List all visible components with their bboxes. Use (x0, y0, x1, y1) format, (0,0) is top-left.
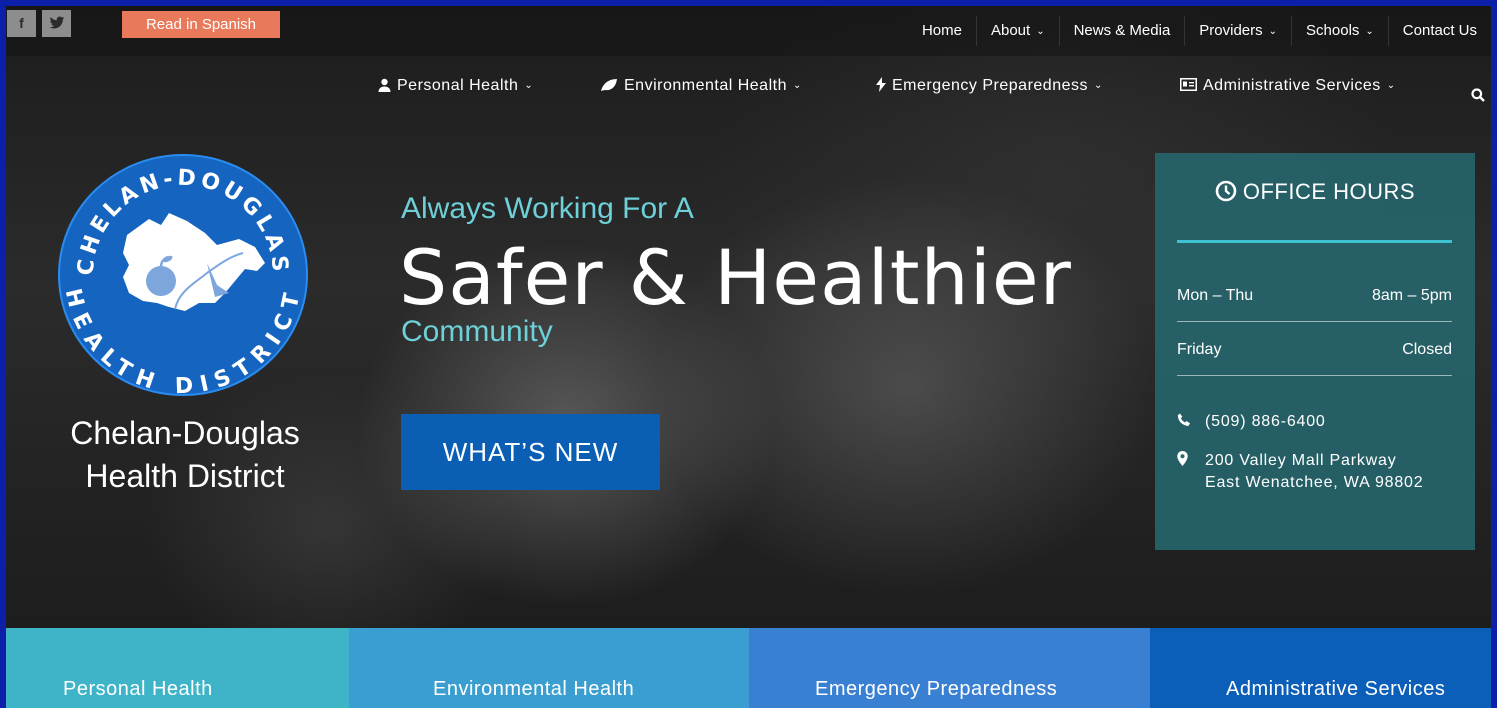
office-hours-title: OFFICE HOURS (1155, 179, 1475, 205)
chevron-down-icon: ⌄ (792, 79, 802, 91)
org-name-line2: Health District (85, 458, 285, 494)
read-in-spanish-button[interactable]: Read in Spanish (122, 11, 280, 38)
topnav-contact-us[interactable]: Contact Us (1387, 16, 1491, 46)
hours-row: Mon – Thu 8am – 5pm (1177, 287, 1452, 304)
hours-separator (1177, 375, 1452, 376)
chevron-down-icon: ⌄ (524, 79, 534, 91)
address-line2: East Wenatchee, WA 98802 (1205, 474, 1424, 491)
hours-row: Friday Closed (1177, 341, 1452, 358)
office-hours-panel: OFFICE HOURS Mon – Thu 8am – 5pm Friday … (1155, 153, 1475, 550)
topnav-news-media[interactable]: News & Media (1058, 16, 1185, 46)
bolt-icon (876, 77, 886, 95)
phone-contact[interactable]: (509) 886-6400 (1177, 413, 1326, 431)
clock-icon (1215, 180, 1237, 202)
search-icon[interactable] (1471, 88, 1485, 107)
person-icon (378, 78, 391, 95)
topnav-home[interactable]: Home (908, 16, 976, 46)
chevron-down-icon: ⌄ (1365, 26, 1374, 37)
tile-environmental-health[interactable]: Environmental Health (349, 628, 749, 708)
health-district-logo[interactable]: CHELAN-DOUGLAS HEALTH DISTRICT (57, 153, 310, 399)
tile-emergency-preparedness[interactable]: Emergency Preparedness (749, 628, 1150, 708)
topnav-about[interactable]: About ⌄ (975, 16, 1059, 46)
address-contact[interactable]: 200 Valley Mall Parkway East Wenatchee, … (1177, 450, 1423, 494)
mainnav-environmental-health[interactable]: Environmental Health ⌄ (600, 77, 802, 95)
twitter-icon[interactable] (42, 10, 71, 37)
topnav-providers[interactable]: Providers ⌄ (1184, 16, 1291, 46)
chevron-down-icon: ⌄ (1268, 26, 1278, 37)
leaf-icon (600, 78, 618, 95)
hours-separator (1177, 321, 1452, 322)
facebook-icon[interactable]: f (7, 10, 36, 37)
chevron-down-icon: ⌄ (1386, 79, 1396, 91)
map-marker-icon (1177, 450, 1205, 494)
id-card-icon (1180, 78, 1197, 94)
chevron-down-icon: ⌄ (1036, 26, 1045, 37)
whats-new-button[interactable]: WHAT’S NEW (401, 414, 660, 490)
phone-icon (1177, 413, 1205, 431)
topnav-schools[interactable]: Schools ⌄ (1291, 16, 1388, 46)
hero-tagline-bottom: Community (401, 315, 553, 348)
tile-administrative-services[interactable]: Administrative Services (1150, 628, 1491, 708)
service-tiles: Personal Health Environmental Health Eme… (6, 628, 1491, 708)
mainnav-personal-health[interactable]: Personal Health ⌄ (378, 77, 533, 95)
hero-tagline-top: Always Working For A (401, 192, 694, 225)
organization-name: Chelan-Douglas Health District (40, 412, 330, 498)
office-hours-divider (1177, 240, 1452, 243)
address-line1: 200 Valley Mall Parkway (1205, 452, 1397, 469)
mainnav-emergency-preparedness[interactable]: Emergency Preparedness ⌄ (876, 77, 1103, 95)
tile-personal-health[interactable]: Personal Health (6, 628, 349, 708)
mainnav-administrative-services[interactable]: Administrative Services ⌄ (1180, 77, 1396, 95)
top-navigation: Home About ⌄ News & Media Providers ⌄ Scho… (908, 6, 1491, 56)
chevron-down-icon: ⌄ (1093, 79, 1103, 91)
org-name-line1: Chelan-Douglas (70, 415, 300, 451)
hero-headline: Safer & Healthier (399, 233, 1072, 322)
